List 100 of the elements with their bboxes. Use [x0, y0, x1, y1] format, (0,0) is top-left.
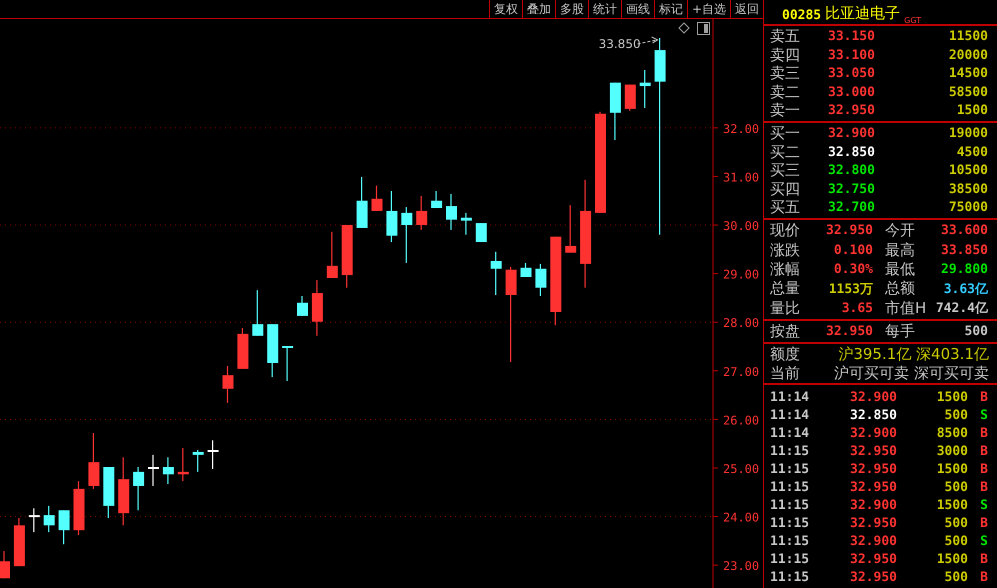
trade-time: 11:14: [770, 408, 810, 423]
price: 32.700: [828, 200, 876, 216]
volume: 1500: [956, 103, 988, 118]
candlestick: [372, 186, 382, 211]
stock-name: 比亚迪电子: [825, 4, 900, 23]
volume: 58500: [948, 84, 988, 100]
level-label: 卖三: [770, 64, 801, 84]
trade-side: S: [979, 498, 988, 513]
candlestick: [356, 176, 368, 228]
price: 32.850: [828, 144, 876, 160]
trade-time: 11:15: [770, 444, 810, 459]
status-value: 沪可买可卖 深可买可卖: [834, 364, 989, 383]
axis-label: 30.00: [723, 219, 760, 234]
trade-price: 32.900: [849, 426, 897, 441]
trade-price: 32.900: [849, 390, 897, 405]
trade-price: 32.900: [849, 498, 897, 513]
candlestick: [326, 232, 338, 278]
trade-time: 11:15: [770, 534, 810, 549]
candlestick: [342, 225, 353, 288]
candlestick: [297, 296, 308, 316]
stat-label: 最低: [885, 260, 916, 279]
stat-label: 每手: [885, 322, 916, 342]
axis-label: 24.00: [723, 510, 760, 525]
candlestick: [520, 262, 532, 278]
candlestick: [148, 454, 159, 486]
volume: 38500: [948, 182, 988, 197]
price: 33.100: [828, 48, 876, 63]
trade-time: 11:15: [770, 462, 810, 477]
level-label: 买二: [770, 142, 801, 162]
volume: 14500: [948, 66, 988, 82]
trade-volume: 1500: [936, 498, 968, 513]
level-label: 买三: [770, 161, 801, 180]
axis-label: 32.00: [723, 122, 760, 136]
trade-volume: 8500: [936, 426, 968, 441]
candlestick: [312, 280, 323, 336]
axis-label: 28.00: [723, 316, 760, 330]
candlestick: [118, 457, 130, 526]
stat-value: 33.600: [940, 223, 988, 238]
stat-value: 3.65: [840, 300, 873, 316]
high-price-label: 33.850: [598, 36, 641, 51]
panel-toggle-icon[interactable]: [697, 22, 710, 35]
level-label: 买四: [770, 180, 801, 199]
level-label: 卖一: [770, 101, 801, 120]
candlestick: [446, 194, 457, 230]
volume: 19000: [948, 126, 988, 141]
trade-time: 11:14: [770, 390, 810, 405]
price: 33.150: [828, 29, 876, 44]
trade-side: B: [979, 444, 988, 459]
stat-value: 3.63亿: [942, 280, 988, 298]
stat-label: 量比: [770, 298, 801, 318]
trade-side: B: [979, 570, 988, 585]
stat-label: 按盘: [770, 322, 801, 342]
stat-value: 33.850: [940, 242, 988, 258]
candlestick: [431, 191, 442, 208]
candlestick: [460, 212, 472, 235]
stat-label: 总额: [885, 279, 916, 298]
stat-label: 今开: [885, 221, 916, 240]
trade-time: 11:15: [770, 480, 810, 495]
price: 32.750: [828, 182, 876, 197]
stat-value: 0.30%: [832, 262, 873, 277]
axis-label: 29.00: [723, 268, 760, 282]
stat-value: 500: [964, 324, 988, 340]
candlestick: [624, 84, 636, 111]
stat-value: 0.100: [832, 242, 873, 258]
level-label: 买五: [770, 198, 801, 218]
trade-price: 32.900: [849, 534, 897, 549]
candlestick: [162, 457, 174, 484]
candlestick: [192, 450, 204, 472]
candlestick: [44, 506, 55, 532]
candlestick: [222, 366, 234, 403]
candlestick: [476, 223, 487, 242]
volume: 20000: [948, 48, 988, 63]
trade-side: B: [979, 390, 988, 405]
trade-time: 11:15: [770, 570, 810, 585]
trade-volume: 500: [944, 570, 968, 585]
trade-volume: 3000: [936, 444, 968, 459]
axis-label: 27.00: [723, 364, 760, 379]
stock-code: 00285: [782, 8, 822, 23]
volume: 11500: [948, 29, 988, 44]
candlestick: [416, 196, 428, 230]
trade-volume: 1500: [936, 390, 968, 405]
trade-volume: 500: [944, 480, 968, 495]
trade-side: S: [979, 408, 988, 423]
diamond-icon[interactable]: [678, 22, 690, 34]
candlestick: [282, 346, 294, 381]
trade-side: B: [979, 462, 988, 477]
trade-volume: 500: [944, 408, 968, 423]
candlestick: [640, 70, 651, 108]
candlestick: [386, 191, 398, 242]
stat-label: 现价: [770, 221, 801, 240]
volume: 4500: [956, 144, 988, 160]
level-label: 卖五: [770, 27, 801, 46]
trade-time: 11:15: [770, 516, 810, 531]
trade-price: 32.850: [849, 408, 897, 423]
candlestick: [490, 252, 502, 295]
trade-volume: 500: [944, 534, 968, 549]
market-tag: GGT: [904, 16, 922, 25]
stat-label: 涨幅: [770, 260, 801, 279]
price: 32.800: [828, 163, 876, 178]
trade-volume: 1500: [936, 462, 968, 477]
